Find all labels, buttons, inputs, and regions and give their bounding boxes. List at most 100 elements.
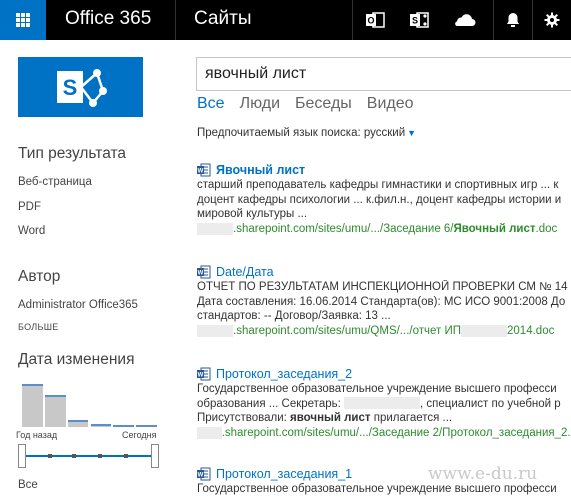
result-snippet-text: прилагается ... <box>373 412 453 424</box>
slider-handle-start[interactable] <box>18 444 26 468</box>
result-snippet: Государственное образовательное учрежден… <box>197 483 557 495</box>
histogram-bar-cap <box>113 425 135 427</box>
word-doc-icon: W <box>197 467 211 481</box>
refiner-item-word[interactable]: Word <box>18 225 45 237</box>
search-verticals: Все Люди Беседы Видео <box>197 95 414 113</box>
histogram-bar <box>67 420 89 427</box>
slider-handle-end[interactable] <box>151 444 159 468</box>
result-snippet-highlight: явочный лист <box>290 412 371 424</box>
slider-tick <box>124 454 128 458</box>
svg-text:W: W <box>198 271 204 277</box>
result-url[interactable]: .sharepoint.com/sites/umu/QMS/.../отчет … <box>197 324 571 339</box>
result-title-link[interactable]: Протокол_заседания_1 <box>216 467 352 481</box>
result-snippet-text: Присутствовали: <box>197 412 287 424</box>
result-title-row: W Явочный лист <box>197 162 571 178</box>
word-doc-icon: W <box>197 367 211 381</box>
result-snippet: мировой культуры ... <box>197 208 308 220</box>
refiner-title-author: Автор <box>18 268 61 285</box>
result-title-row: W Date/Дата <box>197 264 571 280</box>
date-histogram <box>22 372 157 427</box>
suite-bar: Office 365 Сайты O S <box>0 0 571 40</box>
preferred-language: Предпочитаемый язык поиска: русский ▼ <box>197 127 416 139</box>
result-snippet: доцент кафедры психологии ... к.фил.н., … <box>197 193 562 206</box>
settings-gear-icon <box>544 12 560 28</box>
brand-title[interactable]: Office 365 <box>65 8 151 30</box>
result-url[interactable]: .sharepoint.com/sites/umu/.../Заседание … <box>197 426 571 441</box>
svg-text:W: W <box>198 169 204 175</box>
refiner-item-pdf[interactable]: PDF <box>18 201 41 213</box>
app-launcher-button[interactable] <box>0 0 46 40</box>
tab-video[interactable]: Видео <box>367 95 414 113</box>
search-input[interactable] <box>197 58 571 90</box>
histogram-bar-cap <box>44 395 66 397</box>
result-snippet: ОТЧЕТ ПО РЕЗУЛЬТАТАМ ИНСПЕКЦИОННОЙ ПРОВЕ… <box>197 281 568 293</box>
histogram-bar-cap <box>22 384 43 386</box>
result-title-link[interactable]: Протокол_заседания_2 <box>216 367 352 381</box>
result-url[interactable]: .sharepoint.com/sites/umu/.../Заседание … <box>197 222 571 237</box>
language-label: Предпочитаемый язык поиска: <box>197 127 361 139</box>
onedrive-icon <box>455 14 476 26</box>
redacted-text <box>461 324 508 337</box>
result-snippet: образования ... Секретарь: , специалист … <box>197 397 571 412</box>
search-box[interactable] <box>196 57 571 91</box>
notifications-button[interactable] <box>494 0 532 40</box>
tab-all[interactable]: Все <box>197 95 225 113</box>
date-all-label: Все <box>18 479 38 491</box>
search-result: W Явочный лист старший преподаватель каф… <box>197 162 571 236</box>
sharepoint-logo-icon: S <box>56 69 107 107</box>
sharepoint-app-button[interactable]: S <box>400 0 438 40</box>
svg-text:W: W <box>198 373 204 379</box>
result-title-row: W Протокол_заседания_2 <box>197 366 571 382</box>
divider <box>352 0 353 40</box>
word-doc-icon: W <box>197 163 211 177</box>
slider-tick <box>98 454 102 458</box>
histogram-bar-cap <box>90 424 112 426</box>
slider-tick <box>48 454 52 458</box>
tab-conversations[interactable]: Беседы <box>295 95 352 113</box>
date-range-slider[interactable] <box>18 444 160 468</box>
refiner-title-modified: Дата изменения <box>18 351 135 368</box>
search-result: W Date/Дата ОТЧЕТ ПО РЕЗУЛЬТАТАМ ИНСПЕКЦ… <box>197 264 571 338</box>
language-dropdown[interactable]: русский <box>364 127 405 139</box>
svg-text:W: W <box>198 473 204 479</box>
redacted-text <box>344 397 420 410</box>
result-snippet: Присутствовали: явочный лист прилагается… <box>197 411 571 426</box>
divider <box>175 0 176 40</box>
histogram-to-label: Сегодня <box>122 430 157 440</box>
watermark: www.e-du.ru <box>428 464 538 484</box>
result-snippet: Государственное образовательное учрежден… <box>197 383 557 395</box>
result-url-text: .sharepoint.com/sites/umu/.../Заседание … <box>233 222 454 235</box>
result-snippet: старший преподаватель кафедры гимнастики… <box>197 179 559 191</box>
svg-text:S: S <box>412 16 418 26</box>
svg-text:O: O <box>367 16 374 26</box>
histogram-from-label: Год назад <box>16 430 58 440</box>
refiner-more-link[interactable]: БОЛЬШЕ <box>18 322 59 332</box>
onedrive-button[interactable] <box>445 0 483 40</box>
histogram-bar <box>136 425 157 427</box>
settings-button[interactable] <box>533 0 571 40</box>
refiner-item-author[interactable]: Administrator Office365 <box>18 299 138 311</box>
tab-people[interactable]: Люди <box>240 95 280 113</box>
result-url-highlight: Явочный лист <box>453 222 536 235</box>
sharepoint-logo[interactable]: S <box>18 57 143 117</box>
histogram-bar <box>113 425 135 427</box>
site-title[interactable]: Сайты <box>194 8 251 30</box>
sharepoint-icon: S <box>410 12 429 28</box>
histogram-bar-cap <box>67 420 89 422</box>
refiner-item-webpage[interactable]: Веб-страница <box>18 176 92 188</box>
slider-tick <box>72 454 76 458</box>
slider-track <box>22 455 156 457</box>
notifications-bell-icon <box>507 13 519 27</box>
result-snippet: стандартов: -- Договор/Заявка: 13 ... <box>197 310 391 322</box>
result-title-link[interactable]: Явочный лист <box>216 163 305 177</box>
result-title-link[interactable]: Date/Дата <box>216 265 274 279</box>
outlook-button[interactable]: O <box>356 0 394 40</box>
app-launcher-icon <box>16 13 30 27</box>
word-doc-icon: W <box>197 265 211 279</box>
refiner-title-result-type: Тип результата <box>18 145 127 162</box>
histogram-bar <box>90 424 112 427</box>
caret-down-icon[interactable]: ▼ <box>407 128 416 138</box>
redacted-host <box>197 426 222 439</box>
result-snippet-text: образования ... Секретарь: <box>197 397 341 410</box>
histogram-bar-cap <box>136 425 157 427</box>
